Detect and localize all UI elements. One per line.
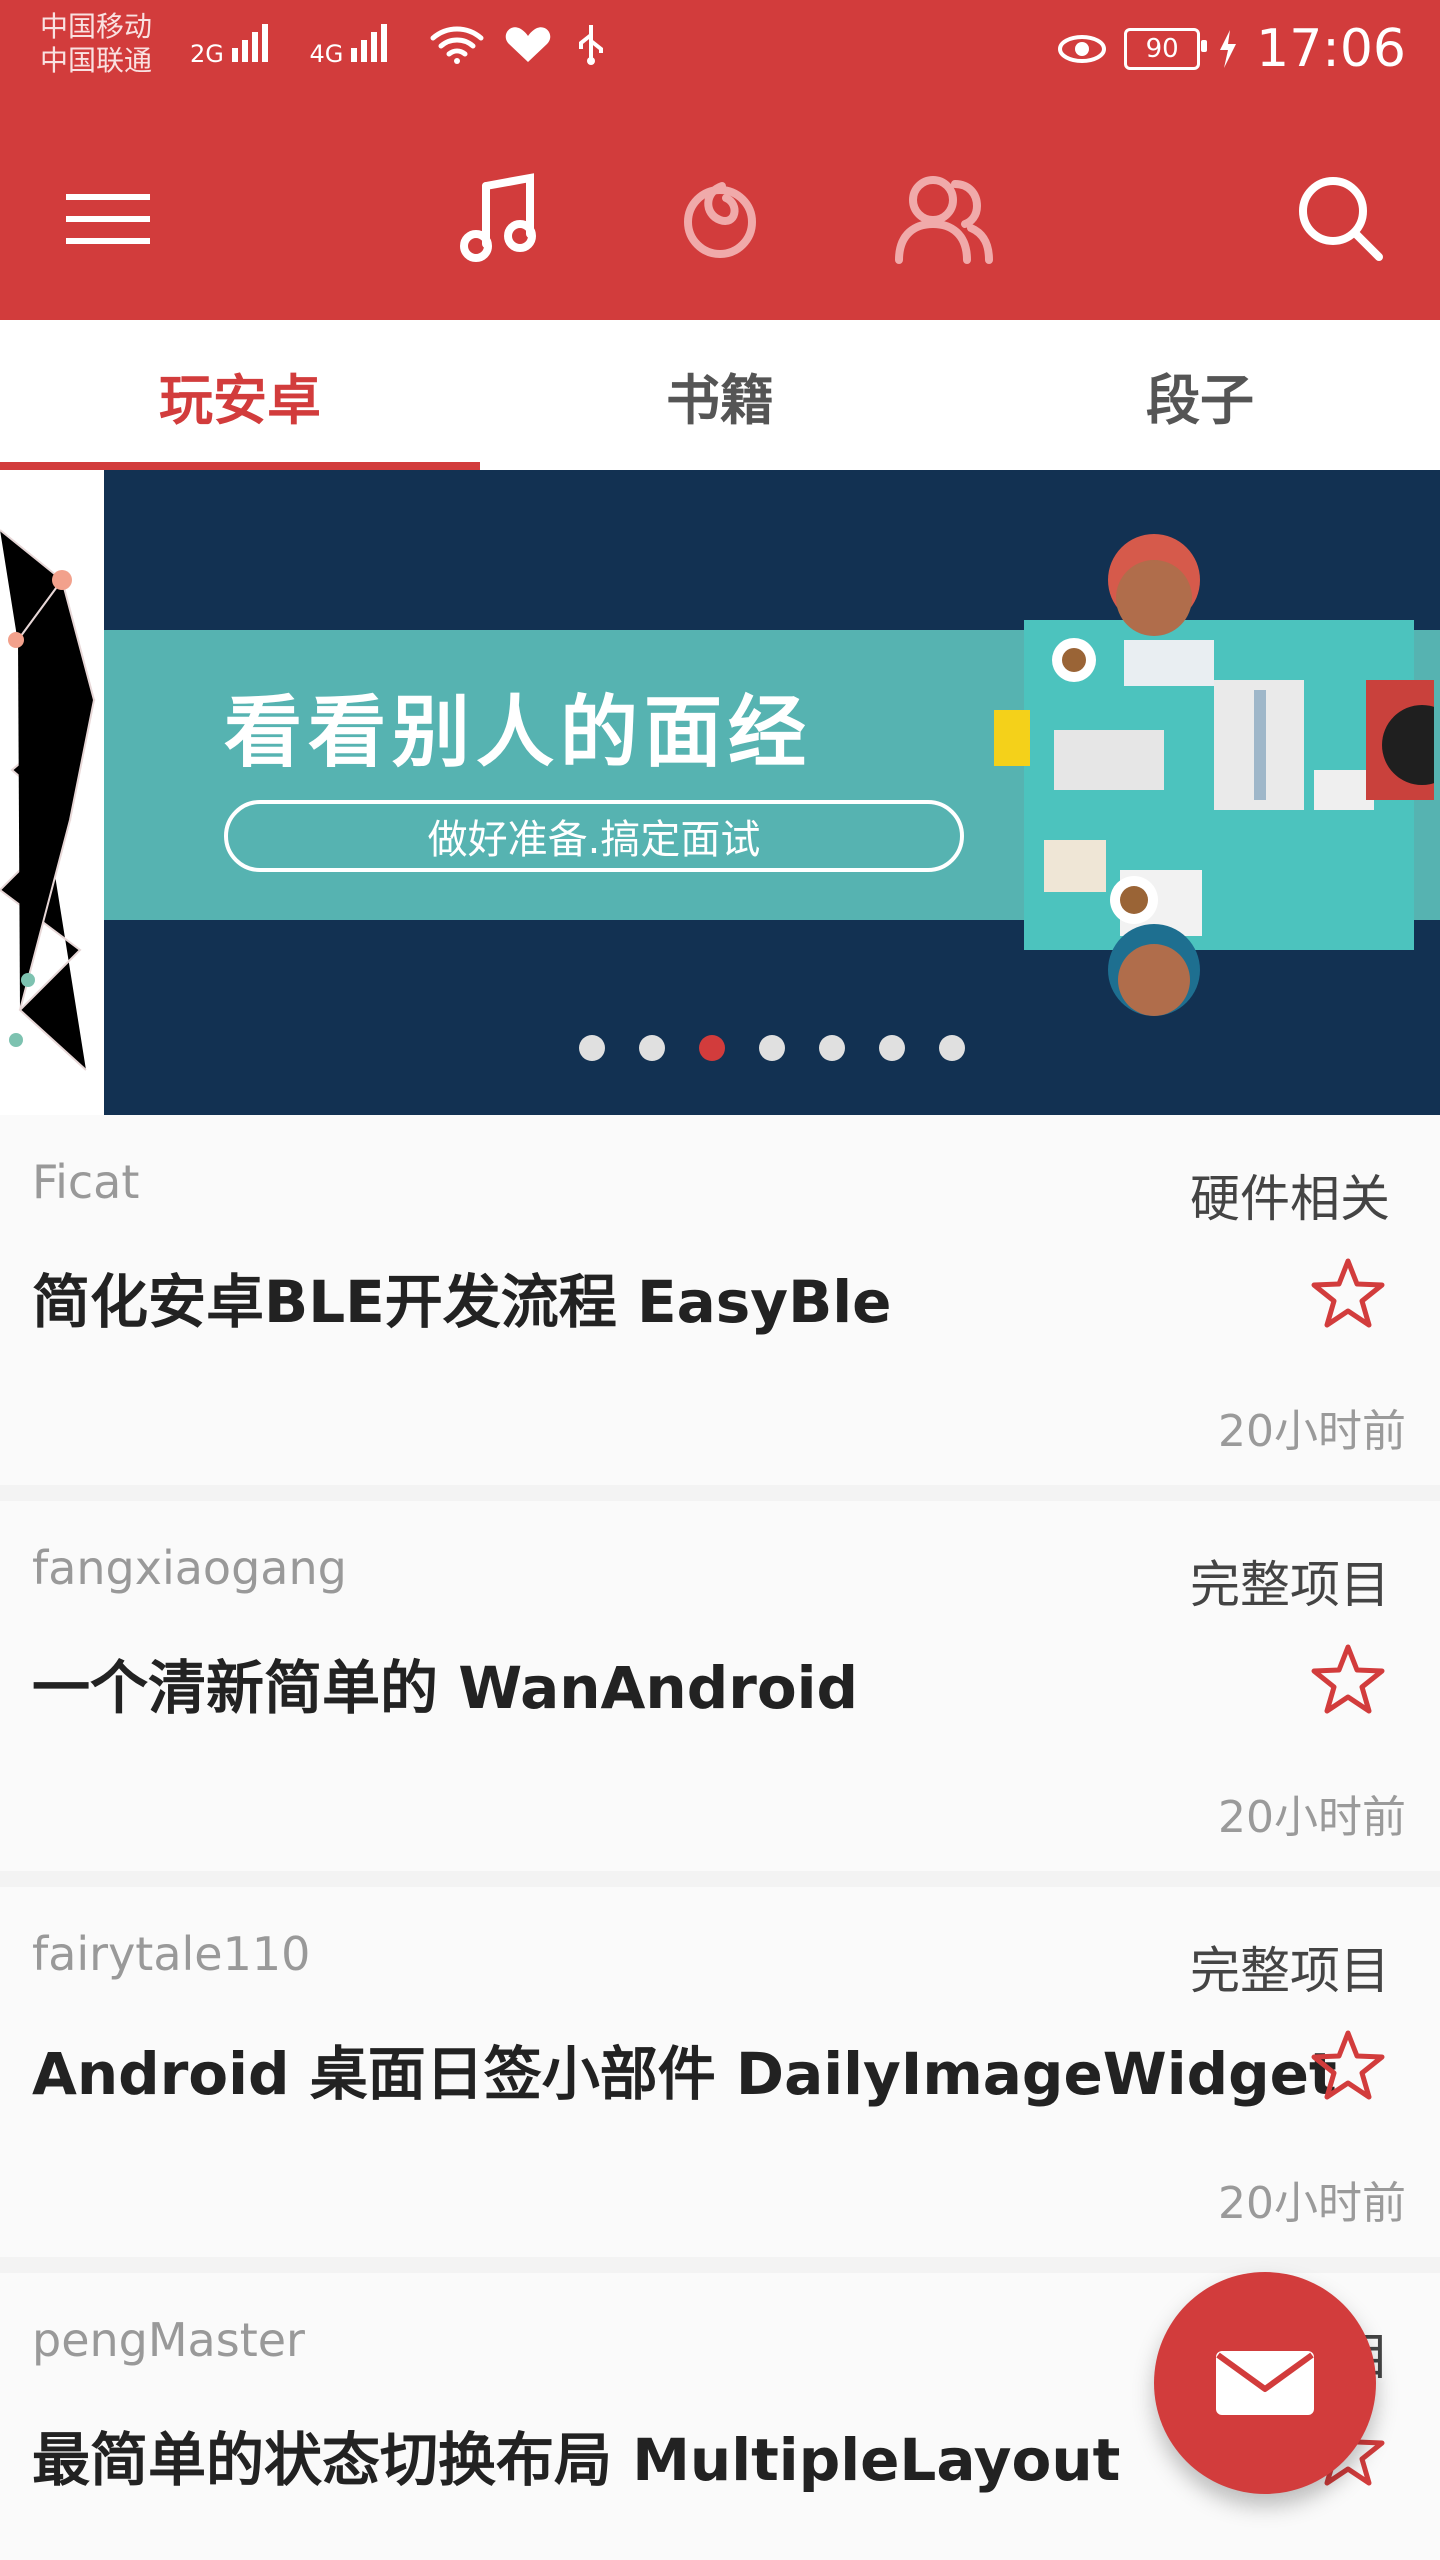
article-card[interactable]: fangxiaogang 完整项目 一个清新简单的 WanAndroid 20小…: [0, 1501, 1440, 1871]
favorite-star-icon[interactable]: [1310, 1255, 1386, 1331]
status-right: 90 17:06: [1056, 14, 1406, 84]
floating-mail-button[interactable]: [1154, 2272, 1376, 2494]
menu-icon[interactable]: [48, 158, 168, 278]
signal-bars-icon: [231, 24, 268, 62]
search-icon[interactable]: [1280, 158, 1400, 278]
article-card[interactable]: Ficat 硬件相关 简化安卓BLE开发流程 EasyBle 20小时前: [0, 1115, 1440, 1485]
signal-4g-icon: 4G: [310, 20, 412, 68]
friends-icon[interactable]: [880, 158, 1000, 278]
desk-illustration-icon: [994, 534, 1434, 1016]
network-pattern-icon: [0, 529, 96, 1071]
tab-books[interactable]: 书籍: [480, 320, 960, 470]
status-icons: 2G 4G: [190, 20, 611, 68]
article-title: Android 桌面日签小部件 DailyImageWidget: [32, 2040, 1337, 2108]
favorite-star-icon[interactable]: [1310, 2027, 1386, 2103]
article-category: 完整项目: [1190, 1556, 1390, 1614]
tab-label: 段子: [1146, 368, 1254, 432]
carousel-dot[interactable]: [579, 1035, 605, 1061]
toolbar: [0, 120, 1440, 320]
carousel-dot[interactable]: [879, 1035, 905, 1061]
article-time: 20小时前: [1218, 2178, 1406, 2229]
article-title: 一个清新简单的 WanAndroid: [32, 1654, 859, 1722]
banner-previous-peek: [0, 470, 104, 1115]
banner-title: 看看别人的面经: [224, 688, 813, 778]
app-header: 中国移动 中国联通 2G 4G 90 17:06: [0, 0, 1440, 320]
banner-carousel[interactable]: 看看别人的面经 做好准备.搞定面试: [0, 470, 1440, 1115]
mail-icon: [1216, 2351, 1314, 2415]
carousel-dot[interactable]: [939, 1035, 965, 1061]
article-card[interactable]: fairytale110 完整项目 Android 桌面日签小部件 DailyI…: [0, 1887, 1440, 2257]
article-author: pengMaster: [32, 2313, 305, 2367]
banner-slide: 看看别人的面经 做好准备.搞定面试: [104, 470, 1440, 1115]
carrier-info: 中国移动 中国联通: [40, 10, 152, 78]
carousel-indicators: [104, 1035, 1440, 1061]
carousel-dot[interactable]: [759, 1035, 785, 1061]
signal-bars-icon: [351, 24, 388, 62]
banner-subtitle: 做好准备.搞定面试: [224, 800, 964, 872]
article-category: 硬件相关: [1190, 1170, 1390, 1228]
tab-play-android[interactable]: 玩安卓: [0, 320, 480, 470]
carrier-1: 中国移动: [40, 10, 153, 43]
carousel-dot[interactable]: [819, 1035, 845, 1061]
article-title: 最简单的状态切换布局 MultipleLayout: [32, 2426, 1121, 2494]
article-author: fairytale110: [32, 1927, 311, 1981]
tab-jokes[interactable]: 段子: [960, 320, 1440, 470]
article-time: 20小时前: [1218, 1406, 1406, 1457]
signal-2g-icon: 2G: [190, 20, 292, 68]
carousel-dot-active[interactable]: [699, 1035, 725, 1061]
favorite-star-icon[interactable]: [1310, 1641, 1386, 1717]
article-author: fangxiaogang: [32, 1541, 347, 1595]
tab-label: 玩安卓: [159, 368, 321, 432]
battery-indicator: 90: [1124, 28, 1208, 70]
carrier-2: 中国联通: [40, 44, 153, 77]
carousel-dot[interactable]: [639, 1035, 665, 1061]
wifi-icon: [430, 26, 484, 64]
eye-icon: [1058, 35, 1107, 63]
usb-icon: [579, 25, 604, 65]
article-author: Ficat: [32, 1155, 140, 1209]
article-time: 20小时前: [1218, 1792, 1406, 1843]
article-title: 简化安卓BLE开发流程 EasyBle: [32, 1268, 892, 1336]
netease-icon[interactable]: [660, 158, 780, 278]
heart-icon: [505, 27, 551, 62]
charging-icon: [1220, 30, 1237, 68]
tab-bar: 玩安卓 书籍 段子: [0, 320, 1440, 470]
article-category: 完整项目: [1190, 1942, 1390, 2000]
music-icon[interactable]: [440, 158, 560, 278]
app-screen: 中国移动 中国联通 2G 4G 90 17:06 玩安卓 书籍 段子 看看别人的…: [0, 0, 1440, 2560]
clock: 17:06: [1256, 19, 1406, 79]
tab-label: 书籍: [666, 368, 774, 432]
